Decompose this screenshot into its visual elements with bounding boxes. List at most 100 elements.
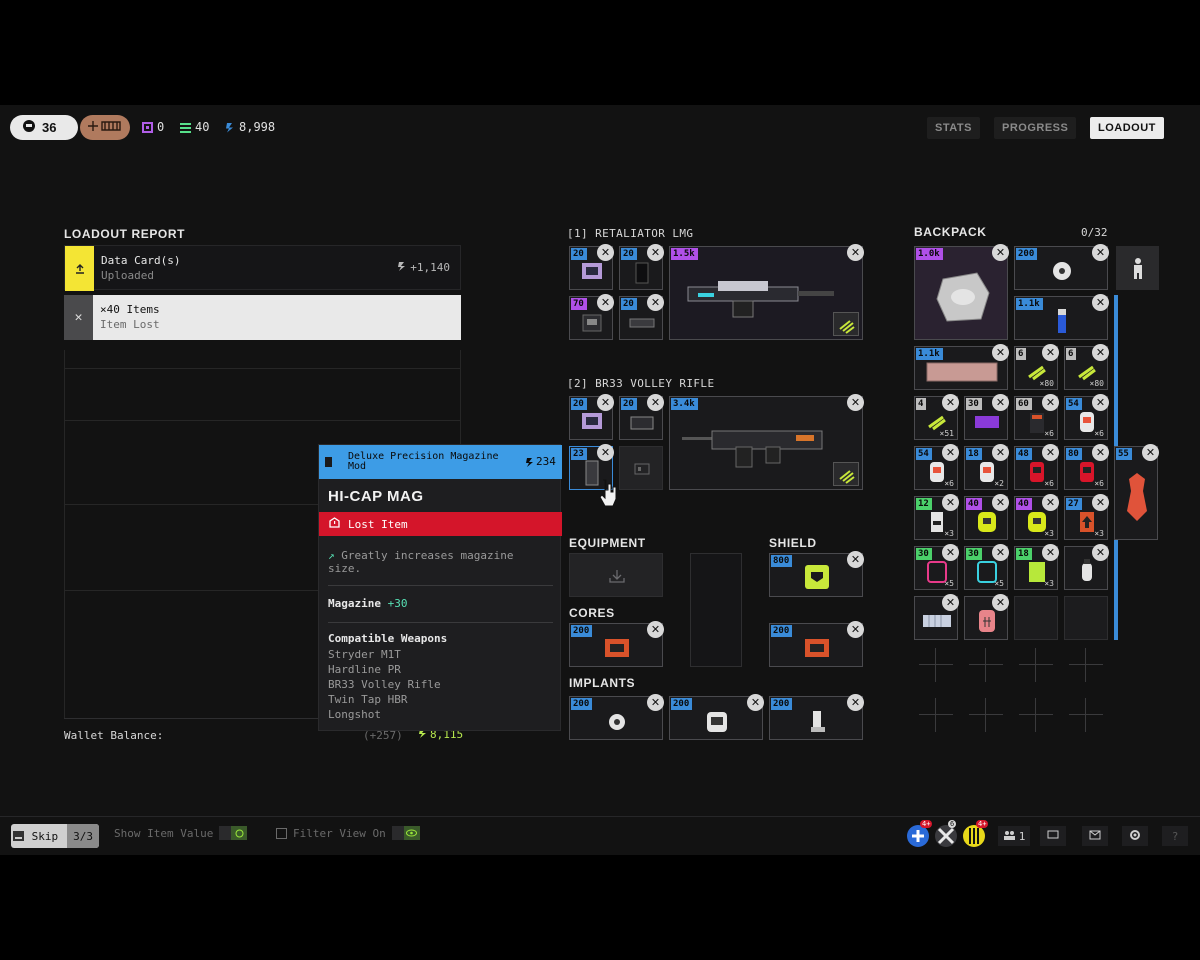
player-level-badge[interactable]: 36 (10, 115, 78, 140)
remove-icon[interactable]: ✕ (647, 394, 664, 411)
remove-icon[interactable]: ✕ (1092, 244, 1109, 261)
remove-icon[interactable]: ✕ (847, 694, 864, 711)
notification-badge: 4+ (920, 820, 933, 828)
remove-icon[interactable]: ✕ (942, 494, 959, 511)
report-row-title: Data Card(s) (101, 254, 181, 267)
tab-progress[interactable]: PROGRESS (994, 117, 1077, 139)
remove-icon[interactable]: ✕ (847, 244, 864, 261)
locked-slot-icon (919, 698, 953, 732)
remove-icon[interactable]: ✕ (1092, 544, 1109, 561)
item-value: 200 (671, 698, 693, 710)
compatible-weapons-list: Stryder M1T Hardline PR BR33 Volley Rifl… (328, 647, 441, 722)
remove-icon[interactable]: ✕ (747, 694, 764, 711)
remove-icon[interactable]: ✕ (942, 444, 959, 461)
filter-view-toggle[interactable]: Filter View On (276, 826, 420, 840)
remove-icon[interactable]: ✕ (1042, 544, 1059, 561)
core-icon (805, 639, 829, 657)
weapon-2-main-slot[interactable]: 3.4k (669, 396, 863, 490)
implants-title: IMPLANTS (569, 676, 636, 690)
item-value: 4 (916, 398, 927, 410)
remove-icon[interactable]: ✕ (647, 694, 664, 711)
remove-icon[interactable]: ✕ (847, 551, 864, 568)
remove-icon[interactable]: ✕ (597, 294, 614, 311)
tooltip-header: Deluxe Precision Magazine Mod 234 (319, 445, 562, 479)
character-toggle-button[interactable] (1116, 246, 1159, 290)
equipment-tall-slot[interactable] (690, 553, 742, 667)
item-value: 70 (571, 298, 587, 310)
remove-icon[interactable]: ✕ (1042, 344, 1059, 361)
help-icon: ? (1171, 829, 1179, 843)
item-value: 20 (571, 248, 587, 260)
remove-icon[interactable]: ✕ (1042, 394, 1059, 411)
weapon-2-empty-mod-slot[interactable] (619, 446, 663, 490)
skip-button[interactable]: Skip 3/3 (11, 824, 99, 848)
remove-icon[interactable]: ✕ (847, 394, 864, 411)
crew-member-avatar[interactable]: 6 (934, 820, 958, 848)
remove-icon[interactable]: ✕ (597, 394, 614, 411)
backpack-empty-slot[interactable] (1064, 596, 1108, 640)
crew-member-avatar[interactable]: 4+ (962, 820, 989, 848)
remove-icon[interactable]: ✕ (942, 544, 959, 561)
core-icon (605, 639, 629, 657)
remove-icon[interactable]: ✕ (647, 621, 664, 638)
remove-icon[interactable]: ✕ (1042, 444, 1059, 461)
warning-icon (329, 517, 340, 531)
equipment-slot[interactable] (569, 553, 663, 597)
helmet-icon (22, 119, 36, 136)
remove-icon[interactable]: ✕ (597, 244, 614, 261)
credits-icon (524, 457, 533, 469)
item-value: 1.0k (916, 248, 943, 260)
item-value: 55 (1116, 448, 1132, 460)
remove-icon[interactable]: ✕ (942, 594, 959, 611)
remove-icon[interactable]: ✕ (1092, 394, 1109, 411)
backpack-empty-slot[interactable] (1014, 596, 1058, 640)
remove-icon[interactable]: ✕ (942, 394, 959, 411)
backpack-item[interactable]: 1.0k (914, 246, 1008, 340)
item-value: 30 (966, 398, 982, 410)
ammo-icon (833, 312, 859, 336)
tab-loadout[interactable]: LOADOUT (1090, 117, 1164, 139)
remove-icon[interactable]: ✕ (992, 594, 1009, 611)
divider (0, 816, 1200, 817)
remove-icon[interactable]: ✕ (992, 344, 1009, 361)
remove-icon[interactable]: ✕ (647, 294, 664, 311)
runner-shell-badge[interactable] (80, 115, 130, 140)
mail-button[interactable] (1082, 826, 1108, 846)
skip-icon (11, 831, 26, 841)
remove-icon[interactable]: ✕ (1092, 294, 1109, 311)
lost-item-banner: Lost Item (319, 512, 562, 536)
weapon-1-main-slot[interactable]: 1.5k (669, 246, 863, 340)
show-item-value-toggle[interactable]: Show Item Value (114, 826, 248, 840)
remove-icon[interactable]: ✕ (597, 444, 614, 461)
chat-button[interactable] (1040, 826, 1066, 846)
stack-icon (180, 122, 191, 133)
remove-icon[interactable]: ✕ (992, 394, 1009, 411)
tab-stats[interactable]: STATS (927, 117, 980, 139)
remove-icon[interactable]: ✕ (992, 494, 1009, 511)
remove-icon[interactable]: ✕ (992, 544, 1009, 561)
item-value: 1.1k (1016, 298, 1043, 310)
mag-slot-icon (634, 463, 650, 475)
help-button[interactable]: ? (1162, 826, 1188, 846)
crew-member-avatar[interactable]: 4+ (906, 820, 933, 848)
remove-icon[interactable]: ✕ (1042, 494, 1059, 511)
party-button[interactable]: 1 (998, 826, 1030, 846)
remove-icon[interactable]: ✕ (992, 244, 1009, 261)
report-row-sub: Item Lost (100, 318, 160, 331)
remove-icon[interactable]: ✕ (1092, 344, 1109, 361)
weapon-1-title: [1] RETALIATOR LMG (567, 227, 694, 240)
credits-icon (224, 122, 235, 133)
remove-icon[interactable]: ✕ (992, 444, 1009, 461)
party-icon (1003, 830, 1015, 843)
locked-slot-icon (1019, 648, 1053, 682)
remove-icon[interactable]: ✕ (647, 244, 664, 261)
remove-icon[interactable]: ✕ (847, 621, 864, 638)
remove-icon[interactable]: ✕ (1092, 444, 1109, 461)
ammo-icon (833, 462, 859, 486)
remove-icon[interactable]: ✕ (1092, 494, 1109, 511)
item-value: 6 (1016, 348, 1027, 360)
remove-icon[interactable]: ✕ (1142, 444, 1159, 461)
settings-button[interactable] (1122, 826, 1148, 846)
close-icon: ✕ (64, 295, 93, 340)
item-value: 60 (1016, 398, 1032, 410)
